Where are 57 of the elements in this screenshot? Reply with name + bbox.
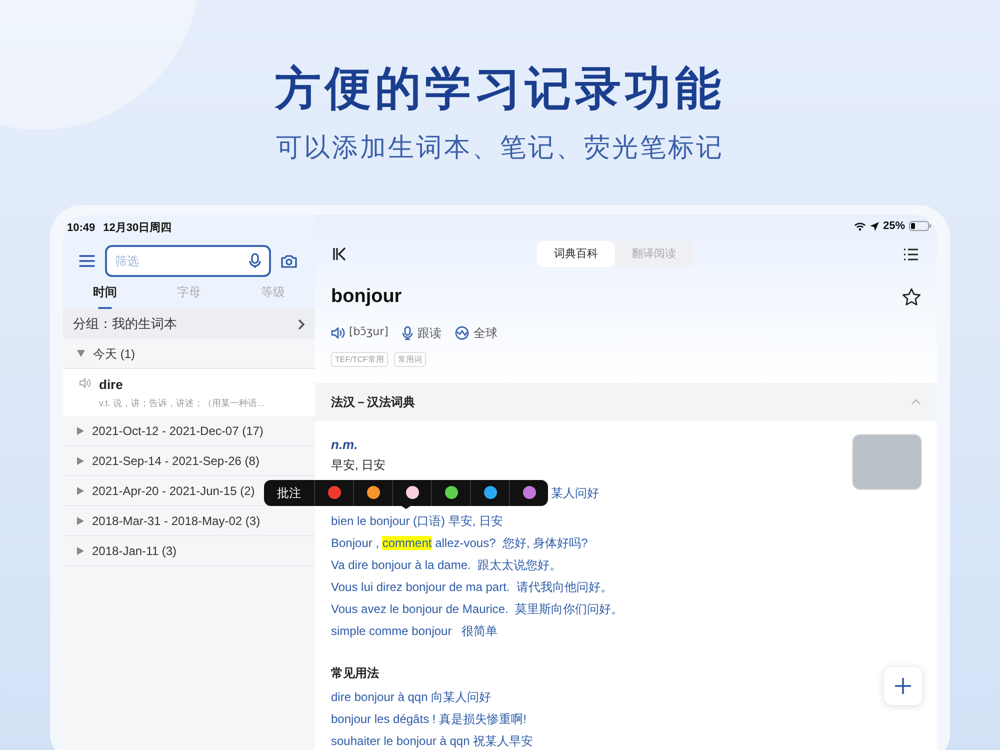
location-arrow-icon — [870, 222, 879, 230]
status-date: 12月30日周四 — [103, 220, 172, 236]
tag: TEF/TCF常用 — [331, 352, 388, 366]
plus-icon — [895, 678, 911, 694]
dictionary-title: 法汉－汉法词典 — [331, 394, 415, 410]
usage-example: bonjour les dégâts ! 真是损失惨重啊! — [331, 711, 528, 728]
chevron-right-icon — [298, 318, 305, 330]
usage-example: souhaiter le bonjour à qqn 祝某人早安 — [331, 733, 534, 750]
example-sentence: Bonjour , comment allez-vous? 您好, 身体好吗? — [331, 535, 588, 552]
usage-title: 常见用法 — [331, 665, 379, 682]
annotate-button[interactable]: 批注 — [264, 484, 314, 502]
battery-icon — [909, 221, 931, 231]
menu-icon[interactable] — [79, 254, 95, 268]
example-sentence: bien le bonjour (口语) 早安, 日安 — [331, 513, 504, 530]
search-field[interactable]: 筛选 — [105, 245, 271, 277]
word-entry[interactable]: dire v.t. 说，讲；告诉，讲述；（用某一种语... — [63, 369, 315, 416]
date-group-label: 2021-Sep-14 - 2021-Sep-26 (8) — [92, 452, 260, 470]
example-sentence: Va dire bonjour à la dame. 跟太太说您好。 — [331, 557, 563, 574]
microphone-icon[interactable] — [249, 253, 261, 269]
read-along-link[interactable]: 跟读 — [417, 324, 442, 342]
group-label: 分组：我的生词本 — [73, 315, 177, 334]
date-group-label: 2018-Jan-11 (3) — [92, 542, 176, 560]
headline: 方便的学习记录功能 — [275, 61, 725, 116]
camera-icon[interactable] — [281, 254, 297, 268]
dictionary-header[interactable]: 法汉－汉法词典 — [315, 382, 937, 420]
meaning: 早安, 日安 — [331, 457, 387, 474]
usage-example: dire bonjour à qqn 向某人问好 — [331, 689, 492, 706]
segment-tab[interactable]: 词典百科 — [537, 241, 615, 267]
headword: bonjour — [331, 285, 402, 309]
battery-level: 25% — [882, 218, 905, 234]
example-sentence: Vous lui direz bonjour de ma part. 请代我向他问好。 — [331, 579, 614, 596]
globe-icon[interactable] — [455, 326, 470, 340]
collapse-sidebar-icon[interactable] — [333, 247, 347, 261]
photo-placeholder — [852, 434, 922, 490]
tag: 常用词 — [394, 352, 426, 366]
date-group-label: 2021-Apr-20 - 2021-Jun-15 (2) — [92, 482, 255, 500]
part-of-speech: n.m. — [331, 436, 359, 454]
status-time: 10:49 — [67, 220, 96, 236]
add-button[interactable] — [884, 667, 922, 705]
group-row[interactable]: 分组：我的生词本 — [63, 309, 315, 339]
example-sentence: simple comme bonjour 很简单 — [331, 623, 499, 640]
speaker-icon[interactable] — [331, 326, 345, 338]
phonetic: [bɔ̃ʒur] — [349, 324, 388, 340]
date-group-label: 2021-Oct-12 - 2021-Dec-07 (17) — [92, 422, 264, 440]
wifi-icon — [854, 222, 866, 230]
star-icon[interactable] — [902, 288, 921, 306]
global-link[interactable]: 全球 — [473, 324, 498, 342]
microphone-icon[interactable] — [402, 326, 414, 340]
example-sentence: 某人问好 — [551, 485, 599, 502]
filter-tab[interactable]: 时间 — [93, 283, 117, 309]
date-group-label: 2018-Mar-31 - 2018-May-02 (3) — [92, 512, 260, 530]
subheadline: 可以添加生词本、笔记、荧光笔标记 — [276, 131, 724, 164]
example-sentence: Vous avez le bonjour de Maurice. 莫里斯向你们问好。 — [331, 601, 624, 618]
entry-word: dire — [99, 376, 124, 394]
list-icon[interactable] — [903, 248, 919, 260]
entry-definition: v.t. 说，讲；告诉，讲述；（用某一种语... — [99, 396, 264, 410]
date-group-label: 今天 (1) — [93, 346, 135, 362]
